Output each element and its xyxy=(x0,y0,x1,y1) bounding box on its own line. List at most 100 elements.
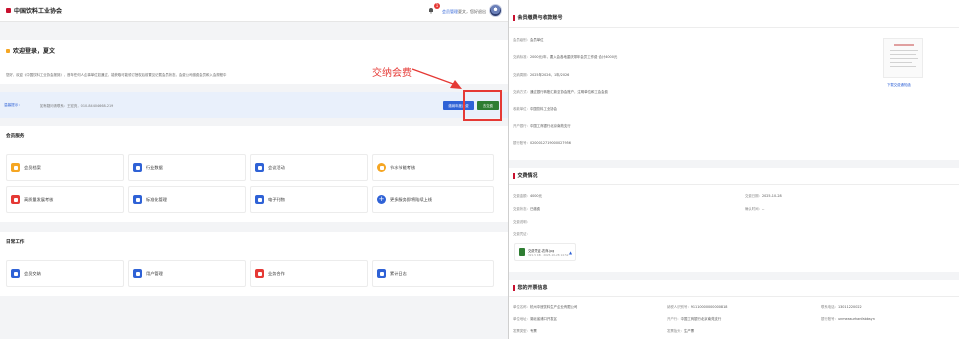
tile-label: 会议活动 xyxy=(268,164,285,170)
payment-status: 交费状态：已缴费 xyxy=(513,207,541,211)
users-icon xyxy=(133,269,142,278)
tile-cooperation[interactable]: 业务合作 xyxy=(250,260,368,287)
tile-label: 会员交纳 xyxy=(24,270,41,276)
tile-label: 节水节能考核 xyxy=(390,164,416,170)
tile-meetings[interactable]: 会议活动 xyxy=(250,154,368,181)
tile-energy-check[interactable]: 节水节能考核 xyxy=(372,154,494,181)
divider xyxy=(509,27,959,28)
section-marker xyxy=(513,172,515,179)
fee-row: 开户银行：中国工商银行北京南苑支行 xyxy=(513,124,571,128)
user-menu-link[interactable]: 夏文，您好退出 xyxy=(458,9,486,15)
fee-row: 会员级别：会员单位 xyxy=(513,38,544,42)
notice-document-thumbnail[interactable] xyxy=(883,38,923,78)
tile-user-management[interactable]: 用户管理 xyxy=(128,260,246,287)
invoice-bank: 开户行：中国工商银行北京南苑支行 xyxy=(667,317,722,321)
invoice-heading: 您的开票信息 xyxy=(513,284,548,291)
calendar-icon xyxy=(255,163,264,172)
invoice-title: 您的开票信息 xyxy=(517,285,548,291)
fee-row: 交纳方式：通过银行转账汇款至协会账户，注明单位和工会会费 xyxy=(513,90,608,94)
image-file-icon xyxy=(519,248,525,256)
payment-icon xyxy=(11,269,20,278)
invoice-header: 发票抬头：生产票 xyxy=(667,329,695,333)
tile-label: 行业数据 xyxy=(146,164,163,170)
brand-logo-icon xyxy=(6,8,11,13)
chart-icon xyxy=(133,163,142,172)
tile-member-archive[interactable]: 会员档案 xyxy=(6,154,124,181)
brand-name: 中国饮料工业协会 xyxy=(14,8,63,15)
archive-icon xyxy=(11,163,20,172)
member-admin-link[interactable]: 会员管理 xyxy=(442,9,458,15)
bulb-icon xyxy=(377,163,386,172)
quality-icon xyxy=(11,195,20,204)
section-gap xyxy=(509,160,959,168)
payment-desc-label: 交费说明： xyxy=(513,220,530,224)
download-notice-link[interactable]: 下载交费通知函 xyxy=(887,82,911,87)
bell-icon[interactable] xyxy=(428,7,434,14)
section-marker xyxy=(513,14,515,21)
highlight-box xyxy=(463,90,502,121)
tile-quality-check[interactable]: 高质量发展考核 xyxy=(6,186,124,213)
tile-label: 用户管理 xyxy=(146,270,163,276)
app-root: 中国饮料工业协会 1 会员管理 夏文，您好退出 欢迎登录，夏文 您好，欢迎《中国… xyxy=(0,0,959,339)
invoice-tax-id: 纳税人识别号：91110000000000818 xyxy=(667,305,728,309)
work-title: 日常工作 xyxy=(6,240,25,245)
tile-industry-data[interactable]: 行业数据 xyxy=(128,154,246,181)
invoice-address: 单位地址：湖北省浦口开发区 xyxy=(513,317,558,321)
person-icon xyxy=(133,195,142,204)
welcome-description: 您好，欢迎《中国饮料工业协会报到》，首年任何人企事单位如通过，能获取可能领订授权… xyxy=(6,73,227,77)
tile-e-journal[interactable]: 电子刊物 xyxy=(250,186,368,213)
payment-amount: 交费金额：4000元 xyxy=(513,194,542,198)
invoice-phone: 联系电话：13011220022 xyxy=(821,305,862,309)
welcome-icon xyxy=(6,48,10,53)
section-gap xyxy=(509,272,959,280)
payment-confirm-time: 确认时间：-- xyxy=(745,207,765,211)
welcome-title: 欢迎登录，夏文 xyxy=(6,46,55,55)
journal-icon xyxy=(255,195,264,204)
services-title: 会员服务 xyxy=(6,134,25,139)
handshake-icon xyxy=(255,269,264,278)
fee-standard-heading: 会员缴费与收款账号 xyxy=(513,14,563,21)
fee-row: 银行账号：0200012719000027956 xyxy=(513,141,571,145)
payment-date: 交费日期：2025-10-28 xyxy=(745,194,782,198)
invoice-company: 单位名称：杭州中冠饮料生产企业有限公司 xyxy=(513,305,578,309)
tile-label: 电子刊物 xyxy=(268,196,285,202)
tile-label: 更多服务即将陆续上线 xyxy=(390,196,432,202)
annotation-label: 交纳会费 xyxy=(372,68,412,79)
voucher-file-meta: 321.5 KB · 2025-10-28 14:52 xyxy=(528,253,569,257)
notification-badge: 1 xyxy=(434,3,440,9)
payment-status-heading: 交费情况 xyxy=(513,172,538,179)
plus-icon: + xyxy=(377,195,386,204)
section-marker xyxy=(513,284,515,291)
fee-standard-title: 会员缴费与收款账号 xyxy=(517,15,563,21)
tile-label: 会员档案 xyxy=(24,164,41,170)
invoice-account: 银行账号：unmeasurhanfabbsyn xyxy=(821,317,875,321)
notice-text: 如有疑问请联系：王宏亮，010-84404668-219 xyxy=(40,104,114,108)
download-icon[interactable]: ▲ xyxy=(569,250,572,255)
tile-more-services[interactable]: + 更多服务即将陆续上线 xyxy=(372,186,494,213)
divider xyxy=(509,184,959,185)
notice-label: 温馨提示： xyxy=(4,103,22,107)
tile-label: 业务合作 xyxy=(268,270,285,276)
fee-row: 收款单位：中国饮料工业协会 xyxy=(513,107,558,111)
tile-member-payment[interactable]: 会员交纳 xyxy=(6,260,124,287)
log-icon xyxy=(377,269,386,278)
payment-voucher-label: 交费凭证： xyxy=(513,232,530,236)
fee-row: 交纳标准：2000元/年，要入会各地重庆带年会员工作费 合计4000元 xyxy=(513,55,618,59)
dashboard-pane: 中国饮料工业协会 1 会员管理 夏文，您好退出 欢迎登录，夏文 您好，欢迎《中国… xyxy=(0,0,508,339)
tile-logs[interactable]: 累计日志 xyxy=(372,260,494,287)
top-bar: 中国饮料工业协会 1 会员管理 夏文，您好退出 xyxy=(0,0,508,22)
tile-label: 累计日志 xyxy=(390,270,407,276)
fee-row: 交纳周期：2025年2026，1年/2026 xyxy=(513,73,570,77)
invoice-type: 发票类型：专票 xyxy=(513,329,537,333)
brand[interactable]: 中国饮料工业协会 xyxy=(6,6,62,15)
payment-status-title: 交费情况 xyxy=(517,173,538,179)
voucher-file-card[interactable]: 交费凭证-农商.jpg 321.5 KB · 2025-10-28 14:52 … xyxy=(514,243,576,261)
fee-detail-pane: 会员缴费与收款账号 会员级别：会员单位 交纳标准：2000元/年，要入会各地重庆… xyxy=(509,0,959,339)
welcome-title-text: 欢迎登录，夏文 xyxy=(13,48,56,55)
tile-standards[interactable]: 标准化管理 xyxy=(128,186,246,213)
tile-label: 高质量发展考核 xyxy=(24,196,54,202)
divider xyxy=(509,296,959,297)
avatar[interactable] xyxy=(489,4,502,17)
annotation-arrow-icon xyxy=(411,68,462,89)
tile-label: 标准化管理 xyxy=(146,196,167,202)
